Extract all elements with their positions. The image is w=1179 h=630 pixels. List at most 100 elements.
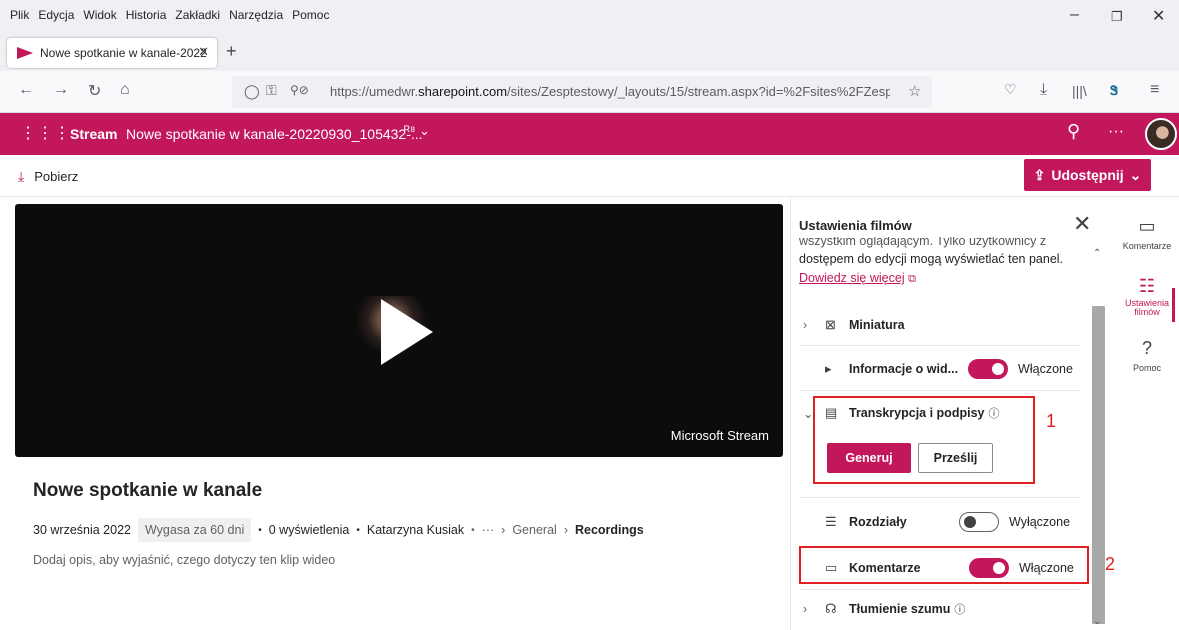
section-noise-suppression[interactable]: › ☊ Tłumienie szumu ⓘ [803, 601, 1078, 617]
description-placeholder[interactable]: Dodaj opis, aby wyjaśnić, czego dotyczy … [33, 553, 335, 567]
home-icon[interactable]: ⌂ [120, 81, 130, 99]
shield-icon[interactable]: ◯ [244, 83, 260, 100]
annotation-number-1: 1 [1046, 411, 1057, 431]
browser-menubar: Plik Edycja Widok Historia Zakładki Narz… [0, 0, 1179, 33]
stream-favicon-icon [17, 47, 33, 59]
learn-more-link[interactable]: Dowiedz się więcej [799, 271, 905, 285]
divider [801, 345, 1079, 346]
menu-list: Plik Edycja Widok Historia Zakładki Narz… [10, 8, 329, 22]
url-path: /sites/Zesptestowy/_layouts/15/stream.as… [507, 84, 890, 99]
search-icon[interactable]: ⚲ [1067, 121, 1080, 142]
download-button[interactable]: ⤓ Pobierz [18, 168, 78, 185]
author-name[interactable]: Katarzyna Kusiak [367, 523, 464, 537]
breadcrumb-general[interactable]: General [512, 523, 556, 537]
back-icon[interactable]: ← [18, 81, 34, 99]
view-count: 0 wyświetlenia [268, 523, 350, 537]
menu-bookmarks[interactable]: Zakładki [175, 8, 220, 22]
video-metadata: 30 września 2022 Wygasa za 60 dni • 0 wy… [33, 518, 644, 542]
info-icon[interactable]: ⓘ [954, 601, 965, 617]
annotation-number-2: 2 [1105, 554, 1116, 574]
annotation-box-1 [813, 396, 1035, 484]
thumbnail-label: Miniatura [849, 318, 905, 332]
new-tab-icon[interactable]: + [226, 41, 237, 62]
breadcrumb-recordings[interactable]: Recordings [575, 523, 644, 537]
menu-edit[interactable]: Edycja [38, 8, 74, 22]
app-launcher-icon[interactable]: ⋮⋮⋮ [20, 123, 71, 143]
breadcrumb-ellipsis[interactable]: ··· [482, 523, 495, 537]
permissions-icon[interactable]: ⚲⊘ [290, 83, 309, 97]
viewer-info-toggle[interactable] [968, 359, 1009, 379]
share-icon: ⇪ [1033, 166, 1046, 183]
chapters-label: Rozdziały [849, 515, 907, 529]
video-title: Nowe spotkanie w kanale [33, 480, 263, 501]
play-icon[interactable] [381, 299, 433, 365]
browser-navbar: ← → ↻ ⌂ ◯ ⚿ ⚲⊘ https://umedwr.sharepoint… [0, 71, 1179, 113]
stream-header: ⋮⋮⋮ Stream Nowe spotkanie w kanale-20220… [0, 113, 1179, 155]
external-link-icon: ⧉ [908, 273, 916, 285]
header-video-title: Nowe spotkanie w kanale-20220930_105432-… [126, 126, 423, 142]
video-date: 30 września 2022 [33, 523, 131, 537]
menu-history[interactable]: Historia [126, 8, 167, 22]
minimize-icon[interactable]: – [1070, 6, 1079, 24]
share-label: Udostępnij [1051, 167, 1124, 183]
expiry-badge[interactable]: Wygasa za 60 dni [137, 518, 252, 542]
browser-tab[interactable]: Nowe spotkanie w kanale-2022 ✕ [7, 38, 217, 68]
pocket-icon[interactable]: ♡ [1004, 81, 1017, 98]
bookmark-star-icon[interactable]: ☆ [908, 82, 921, 100]
divider [801, 497, 1079, 498]
viewer-info-label: Informacje o wid... [849, 362, 959, 376]
panel-title: Ustawienia filmów [799, 218, 912, 233]
downloads-icon[interactable]: ⤓ [1040, 81, 1047, 99]
rail-help-label: Pomoc [1132, 363, 1161, 373]
panel-note-text: dostępem do edycji mogą wyświetlać ten p… [799, 252, 1064, 266]
noise-label: Tłumienie szumu [849, 602, 951, 616]
video-player[interactable]: Microsoft Stream [15, 204, 783, 457]
close-tab-icon[interactable]: ✕ [198, 44, 209, 60]
chevron-down-icon: ⌄ [1129, 166, 1142, 183]
extension-icon[interactable]: Ꮥ [1110, 83, 1118, 99]
lock-icon[interactable]: ⚿ [266, 82, 277, 99]
section-viewer-info: ▸ Informacje o wid... Włączone [803, 359, 1078, 379]
avatar[interactable] [1145, 118, 1177, 150]
tab-strip: Nowe spotkanie w kanale-2022 ✕ + [0, 33, 1179, 71]
more-options-icon[interactable]: ··· [1108, 123, 1124, 141]
forward-icon[interactable]: → [53, 81, 69, 99]
hamburger-menu-icon[interactable]: ≡ [1150, 81, 1159, 99]
scroll-down-icon[interactable]: ⌄ [1093, 616, 1101, 627]
scrollbar-thumb[interactable] [1092, 306, 1105, 624]
rail-comments[interactable]: ▭ Komentarze [1118, 216, 1176, 251]
rail-help[interactable]: ? Pomoc [1118, 338, 1176, 373]
menu-tools[interactable]: Narzędzia [229, 8, 283, 22]
address-bar[interactable]: ◯ ⚿ ⚲⊘ https://umedwr.sharepoint.com/sit… [232, 76, 932, 108]
menu-help[interactable]: Pomoc [292, 8, 329, 22]
video-info-icon: ▸ [825, 361, 832, 376]
url-prefix: https://umedwr. [330, 84, 419, 99]
chapters-state: Wyłączone [1009, 515, 1071, 529]
active-indicator [1172, 288, 1175, 322]
restore-icon[interactable]: ❐ [1111, 9, 1123, 25]
rail-settings[interactable]: ☷ Ustawienia filmów [1118, 277, 1176, 317]
help-icon: ? [1141, 338, 1152, 358]
share-button[interactable]: ⇪ Udostępnij ⌄ [1024, 159, 1151, 191]
viewer-info-state: Włączone [1018, 362, 1073, 376]
close-panel-icon[interactable]: ✕ [1073, 211, 1091, 237]
separator-dot: • [471, 524, 475, 536]
chapters-icon: ☰ [825, 514, 837, 529]
section-chapters: ☰ Rozdziały Wyłączone [803, 512, 1078, 532]
section-thumbnail[interactable]: › ⊠ Miniatura [803, 317, 1078, 333]
scroll-up-icon[interactable]: ⌃ [1093, 248, 1101, 259]
panel-note: wszystkim oglądającym. Tylko użytkownicy… [799, 237, 1082, 289]
chapters-toggle[interactable] [959, 512, 999, 532]
shared-people-chevron-icon[interactable]: ᴿ⁸ ⌄ [404, 123, 430, 139]
library-icon[interactable]: |||\ [1072, 83, 1087, 99]
app-brand[interactable]: Stream [70, 126, 117, 142]
image-icon: ⊠ [825, 317, 836, 332]
reload-icon[interactable]: ↻ [88, 81, 101, 101]
tab-title: Nowe spotkanie w kanale-2022 [40, 46, 207, 60]
learn-more-label: Dowiedz się więcej [799, 271, 905, 285]
chevron-right-icon: › [803, 602, 808, 616]
menu-view[interactable]: Widok [83, 8, 116, 22]
close-window-icon[interactable]: ✕ [1152, 6, 1165, 26]
menu-file[interactable]: Plik [10, 8, 29, 22]
stream-watermark: Microsoft Stream [670, 428, 769, 443]
